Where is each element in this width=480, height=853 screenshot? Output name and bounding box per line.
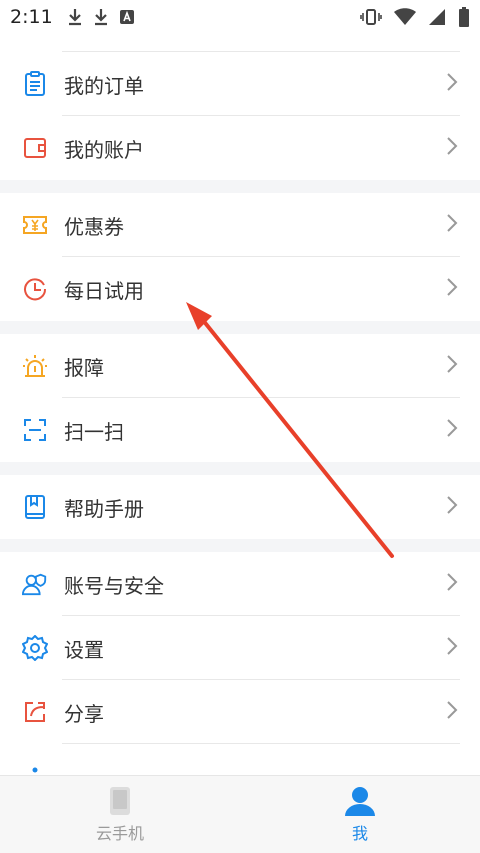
menu-item-scan[interactable]: 扫一扫 <box>0 398 480 462</box>
chevron-right-icon <box>446 136 458 160</box>
menu-item-help-manual[interactable]: 帮助手册 <box>0 475 480 539</box>
user-icon <box>345 786 375 816</box>
bottom-tab-bar: 云手机 我 <box>0 775 480 853</box>
book-icon <box>22 494 48 520</box>
clock-icon <box>22 276 48 302</box>
menu-group-orders: 我的订单 我的账户 <box>0 34 480 180</box>
clipboard-icon <box>22 71 48 97</box>
battery-icon <box>459 7 469 27</box>
menu-item-label: 设置 <box>64 637 104 662</box>
menu-item-report-fault[interactable]: 报障 <box>0 334 480 398</box>
download-icon <box>68 9 81 26</box>
coupon-icon <box>22 212 48 238</box>
menu-item-label: 每日试用 <box>64 278 144 303</box>
menu-item-label: 帮助手册 <box>64 496 144 521</box>
user-shield-icon <box>22 571 48 597</box>
chevron-right-icon <box>446 495 458 519</box>
wallet-icon <box>22 135 48 161</box>
alarm-light-icon <box>22 353 48 379</box>
menu-item-my-orders[interactable]: 我的订单 <box>0 52 480 116</box>
menu-item-daily-trial[interactable]: 每日试用 <box>0 257 480 321</box>
menu-group-account: 账号与安全 设置 分享 <box>0 552 480 808</box>
tab-label: 云手机 <box>95 823 144 843</box>
menu-item-share[interactable]: 分享 <box>0 680 480 744</box>
scan-icon <box>22 417 48 443</box>
tab-cloud-phone[interactable]: 云手机 <box>0 776 240 853</box>
phone-icon <box>110 786 130 815</box>
status-time: 2:11 <box>10 6 53 28</box>
download-icon <box>94 9 107 26</box>
chevron-right-icon <box>446 213 458 237</box>
signal-icon <box>429 9 445 25</box>
menu-item-label: 账号与安全 <box>64 573 164 598</box>
menu-item-label: 分享 <box>64 701 104 726</box>
menu-item-label: 我的账户 <box>64 137 144 162</box>
status-bar: 2:11 <box>0 0 480 34</box>
menu-group-promotions: 优惠券 每日试用 <box>0 193 480 321</box>
chevron-right-icon <box>446 700 458 724</box>
menu-item-label: 优惠券 <box>64 214 124 239</box>
tab-label: 我 <box>351 823 368 843</box>
menu-item-account-security[interactable]: 账号与安全 <box>0 552 480 616</box>
share-icon <box>22 699 48 725</box>
menu-list: 我的订单 我的账户 优惠券 每日试用 报障 扫一扫 帮助手册 账号与安全 设置 … <box>0 34 480 808</box>
tab-me[interactable]: 我 <box>240 776 480 853</box>
menu-item-settings[interactable]: 设置 <box>0 616 480 680</box>
gear-icon <box>22 635 48 661</box>
menu-group-help: 帮助手册 <box>0 475 480 539</box>
chevron-right-icon <box>446 572 458 596</box>
keyboard-a-icon <box>119 10 134 24</box>
menu-item-coupons[interactable]: 优惠券 <box>0 193 480 257</box>
wifi-icon <box>394 8 416 25</box>
vibrate-icon <box>360 9 382 25</box>
chevron-right-icon <box>446 418 458 442</box>
menu-item-label: 扫一扫 <box>64 419 124 444</box>
menu-item-label: 我的订单 <box>64 73 144 98</box>
chevron-right-icon <box>446 636 458 660</box>
menu-item-my-account[interactable]: 我的账户 <box>0 116 480 180</box>
chevron-right-icon <box>446 354 458 378</box>
chevron-right-icon <box>446 72 458 96</box>
menu-item-label: 报障 <box>64 355 104 380</box>
menu-group-tools: 报障 扫一扫 <box>0 334 480 462</box>
chevron-right-icon <box>446 277 458 301</box>
